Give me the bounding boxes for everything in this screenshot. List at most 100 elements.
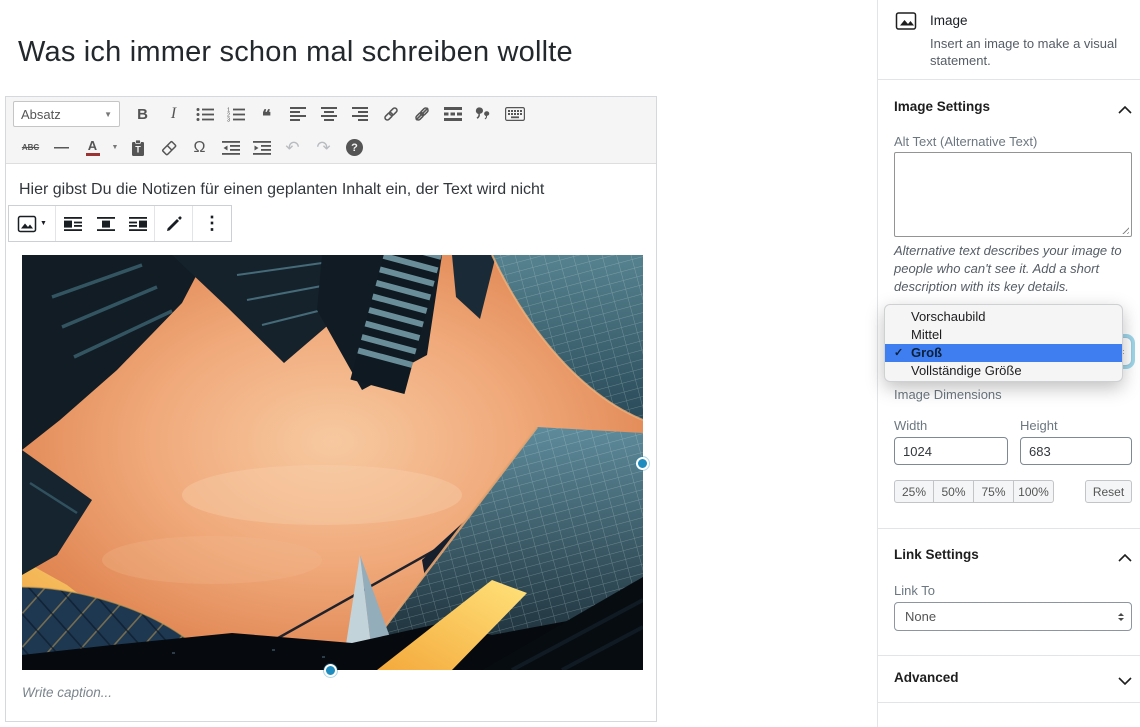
alt-text-field-wrap bbox=[894, 152, 1132, 237]
size-option-medium[interactable]: Mittel bbox=[885, 326, 1122, 344]
chevron-down-icon[interactable] bbox=[1118, 673, 1132, 688]
redo-button[interactable]: ↷ bbox=[308, 135, 339, 161]
editor-column: Was ich immer schon mal schreiben wollte… bbox=[0, 0, 877, 727]
indent-button[interactable] bbox=[246, 135, 277, 161]
more-options-button[interactable]: ⋮ bbox=[193, 206, 231, 241]
image-size-dropdown-menu: Vorschaubild Mittel ✓Groß Vollständige G… bbox=[884, 304, 1123, 382]
edit-image-button[interactable] bbox=[155, 206, 193, 241]
bulleted-list-icon bbox=[196, 107, 214, 122]
italic-button[interactable]: I bbox=[158, 101, 189, 127]
bold-button[interactable]: B bbox=[127, 101, 158, 127]
caption-placeholder[interactable]: Write caption... bbox=[22, 685, 112, 700]
alt-text-input[interactable] bbox=[894, 152, 1132, 237]
chevron-up-icon[interactable] bbox=[1118, 102, 1132, 117]
toolbar-row-2: ABC — A ▼ T Ω bbox=[6, 131, 656, 164]
classic-toolbar: Absatz ▼ B I 123 ❝ bbox=[6, 97, 656, 164]
percent-button-group: 25% 50% 75% 100% bbox=[894, 480, 1054, 503]
height-input[interactable] bbox=[1020, 437, 1132, 465]
image-align-right-button[interactable] bbox=[122, 206, 155, 241]
clear-formatting-button[interactable] bbox=[153, 135, 184, 161]
numbered-list-button[interactable]: 123 bbox=[220, 101, 251, 127]
text-color-icon: A bbox=[86, 140, 100, 156]
help-icon: ? bbox=[346, 139, 363, 156]
align-right-button[interactable] bbox=[344, 101, 375, 127]
text-color-button[interactable]: A bbox=[77, 135, 108, 161]
unlink-button[interactable] bbox=[406, 101, 437, 127]
post-title[interactable]: Was ich immer schon mal schreiben wollte bbox=[18, 36, 573, 69]
chevron-up-icon[interactable] bbox=[1118, 550, 1132, 565]
link-to-select[interactable]: None bbox=[894, 602, 1132, 631]
check-icon: ✓ bbox=[894, 344, 908, 362]
link-to-label: Link To bbox=[894, 583, 935, 598]
svg-text:3: 3 bbox=[227, 117, 230, 121]
format-select[interactable]: Absatz ▼ bbox=[13, 101, 120, 127]
outdent-icon bbox=[222, 141, 240, 155]
percent-25-button[interactable]: 25% bbox=[894, 480, 934, 503]
align-center-icon bbox=[321, 107, 337, 121]
align-left-icon bbox=[290, 107, 306, 121]
strikethrough-button[interactable]: ABC bbox=[15, 135, 46, 161]
image-dimensions-label: Image Dimensions bbox=[894, 387, 1002, 402]
blockquote-button[interactable]: ❝ bbox=[251, 101, 282, 127]
link-to-value: None bbox=[905, 609, 936, 624]
pencil-icon bbox=[165, 215, 183, 233]
block-type-button[interactable]: ▼ bbox=[9, 206, 56, 241]
text-color-caret[interactable]: ▼ bbox=[108, 135, 122, 161]
select-stepper-icon bbox=[1118, 613, 1124, 621]
special-character-button[interactable]: Ω bbox=[184, 135, 215, 161]
undo-button[interactable]: ↶ bbox=[277, 135, 308, 161]
image-block-icon bbox=[17, 214, 37, 234]
align-center-icon bbox=[97, 217, 115, 231]
note-paragraph[interactable]: Hier gibst Du die Notizen für einen gepl… bbox=[19, 181, 544, 199]
unlink-icon bbox=[413, 105, 431, 123]
link-settings-header[interactable]: Link Settings bbox=[894, 547, 979, 562]
block-card-title: Image bbox=[930, 13, 968, 28]
bulleted-list-button[interactable] bbox=[189, 101, 220, 127]
block-settings-sidebar: Image Insert an image to make a visual s… bbox=[877, 0, 1140, 727]
paste-text-icon: T bbox=[130, 139, 146, 157]
align-left-button[interactable] bbox=[282, 101, 313, 127]
resize-handle-bottom[interactable] bbox=[324, 664, 337, 677]
link-button[interactable] bbox=[375, 101, 406, 127]
align-left-icon bbox=[64, 217, 82, 231]
size-option-full[interactable]: Vollständige Größe bbox=[885, 362, 1122, 380]
resize-handle-right[interactable] bbox=[636, 457, 649, 470]
align-right-icon bbox=[352, 107, 368, 121]
read-more-button[interactable] bbox=[437, 101, 468, 127]
svg-text:T: T bbox=[135, 144, 141, 154]
horizontal-rule-button[interactable]: — bbox=[46, 135, 77, 161]
size-option-large-selected[interactable]: ✓Groß bbox=[885, 344, 1122, 362]
outdent-button[interactable] bbox=[215, 135, 246, 161]
numbered-list-icon: 123 bbox=[227, 107, 245, 122]
divider bbox=[878, 79, 1140, 80]
divider bbox=[878, 655, 1140, 656]
align-center-button[interactable] bbox=[313, 101, 344, 127]
reset-button[interactable]: Reset bbox=[1085, 480, 1132, 503]
alt-text-label: Alt Text (Alternative Text) bbox=[894, 134, 1037, 149]
percent-75-button[interactable]: 75% bbox=[974, 480, 1014, 503]
image-align-left-button[interactable] bbox=[56, 206, 89, 241]
wordpress-editor-screen: Was ich immer schon mal schreiben wollte… bbox=[0, 0, 1140, 727]
classic-block-editor: Absatz ▼ B I 123 ❝ bbox=[5, 96, 657, 722]
caret-down-icon: ▼ bbox=[40, 220, 47, 227]
link-icon bbox=[382, 105, 400, 123]
toolbar-row-1: Absatz ▼ B I 123 ❝ bbox=[6, 97, 656, 131]
percent-50-button[interactable]: 50% bbox=[934, 480, 974, 503]
image-settings-header[interactable]: Image Settings bbox=[894, 99, 990, 114]
toolbar-toggle-button[interactable] bbox=[499, 101, 530, 127]
help-button[interactable]: ? bbox=[339, 135, 370, 161]
image-block-photo[interactable] bbox=[22, 255, 643, 670]
image-align-center-button[interactable] bbox=[89, 206, 122, 241]
format-select-value: Absatz bbox=[21, 107, 61, 122]
align-right-icon bbox=[129, 217, 147, 231]
width-label: Width bbox=[894, 418, 927, 433]
divider bbox=[878, 702, 1140, 703]
percent-100-button[interactable]: 100% bbox=[1014, 480, 1054, 503]
width-input[interactable] bbox=[894, 437, 1008, 465]
advanced-header[interactable]: Advanced bbox=[894, 670, 959, 685]
alt-text-help: Alternative text describes your image to… bbox=[894, 242, 1134, 296]
caret-down-icon: ▼ bbox=[112, 144, 119, 151]
size-option-thumbnail[interactable]: Vorschaubild bbox=[885, 308, 1122, 326]
quotation-marks-button[interactable] bbox=[468, 101, 499, 127]
paste-as-text-button[interactable]: T bbox=[122, 135, 153, 161]
